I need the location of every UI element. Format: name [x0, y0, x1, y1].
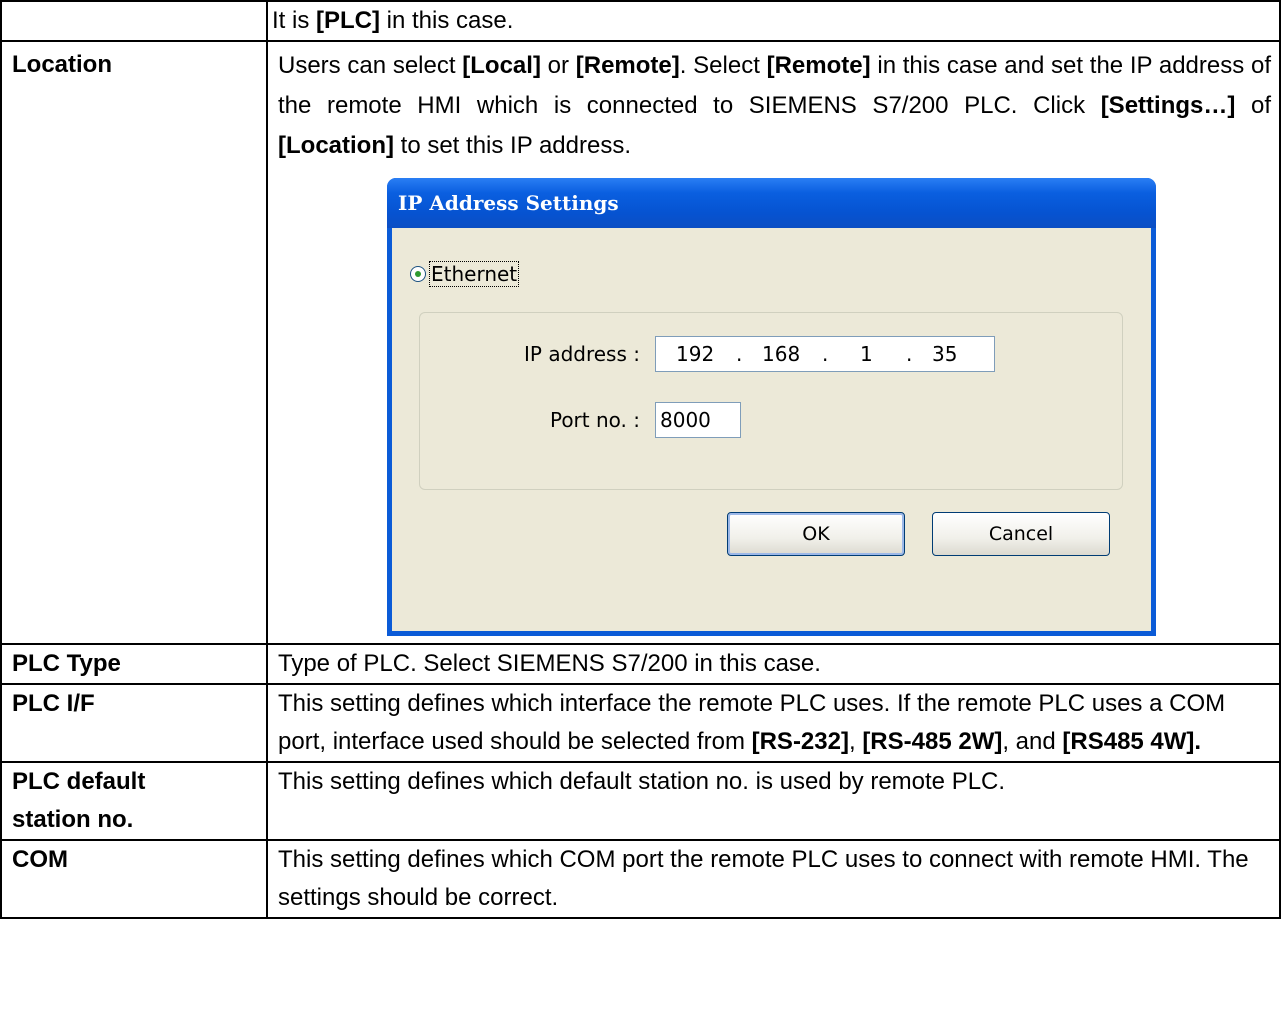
- row-label-plc-type: PLC Type: [0, 643, 268, 685]
- row-desc-com: This setting defines which COM port the …: [266, 839, 1281, 919]
- table-row-plc-type-continued: It is [PLC] in this case.: [0, 0, 1281, 42]
- ok-button[interactable]: OK: [727, 512, 905, 556]
- row-desc-location: Users can select [Local] or [Remote]. Se…: [266, 40, 1281, 645]
- table-row-location: Location Users can select [Local] or [Re…: [0, 40, 1281, 645]
- dialog-body: Ethernet IP address : 192 . 168 . 1 . 35…: [392, 228, 1151, 631]
- label-line-1: PLC default: [12, 768, 146, 795]
- row-label-plc-if: PLC I/F: [0, 683, 268, 763]
- cancel-button[interactable]: Cancel: [932, 512, 1110, 556]
- settings-table: It is [PLC] in this case. Location Users…: [0, 0, 1281, 919]
- ip-dot-3: .: [906, 342, 913, 366]
- table-row-plc-if: PLC I/F This setting defines which inter…: [0, 683, 1281, 763]
- ip-address-input[interactable]: 192 . 168 . 1 . 35: [655, 336, 995, 372]
- table-row-plc-default-station: PLC default station no. This setting def…: [0, 761, 1281, 841]
- row-label-location: Location: [0, 40, 268, 645]
- port-no-label: Port no. :: [549, 408, 640, 432]
- label-line-2: station no.: [12, 806, 134, 833]
- ip-octet-4: 35: [932, 342, 958, 366]
- row-label-com: COM: [0, 839, 268, 919]
- row-desc-plc-default-station: This setting defines which default stati…: [266, 761, 1281, 841]
- row-desc-plc-if: This setting defines which interface the…: [266, 683, 1281, 763]
- ethernet-radio-label: Ethernet: [429, 260, 520, 287]
- table-row-plc-type: PLC Type Type of PLC. Select SIEMENS S7/…: [0, 643, 1281, 685]
- radio-selected-icon[interactable]: [410, 265, 426, 282]
- table-row-com: COM This setting defines which COM port …: [0, 839, 1281, 919]
- ip-dot-2: .: [822, 342, 829, 366]
- row-desc-top: It is [PLC] in this case.: [266, 0, 1281, 42]
- row-label-empty: [0, 0, 268, 42]
- ip-octet-3: 1: [860, 342, 873, 366]
- ip-octet-2: 168: [762, 342, 801, 366]
- ip-octet-1: 192: [676, 342, 715, 366]
- dialog-title: IP Address Settings: [387, 178, 1156, 228]
- row-label-plc-default-station: PLC default station no.: [0, 761, 268, 841]
- port-no-input[interactable]: 8000: [655, 402, 741, 438]
- ip-address-settings-dialog: IP Address Settings Ethernet IP address …: [387, 178, 1156, 636]
- ip-address-label: IP address :: [524, 342, 640, 366]
- ethernet-radio[interactable]: Ethernet: [410, 258, 520, 287]
- dialog-screenshot: IP Address Settings Ethernet IP address …: [278, 166, 1271, 643]
- row-desc-plc-type: Type of PLC. Select SIEMENS S7/200 in th…: [266, 643, 1281, 685]
- ip-dot-1: .: [736, 342, 743, 366]
- ethernet-group-box: IP address : 192 . 168 . 1 . 35 Port no.…: [419, 312, 1123, 490]
